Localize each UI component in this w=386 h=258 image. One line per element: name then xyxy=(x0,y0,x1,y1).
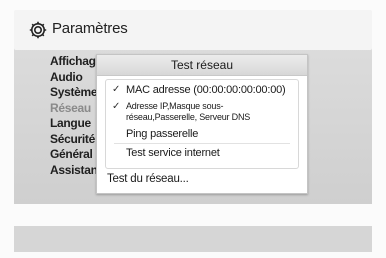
test-options-list: ✓ MAC adresse (00:00:00:00:00:00) ✓ Adre… xyxy=(105,79,299,169)
option-internet-service-test[interactable]: Test service internet xyxy=(112,147,294,161)
settings-header: Paramètres xyxy=(14,10,372,50)
divider xyxy=(114,143,290,144)
network-test-dialog: Test réseau ✓ MAC adresse (00:00:00:00:0… xyxy=(96,54,308,194)
run-network-test-button[interactable]: Test du réseau... xyxy=(107,173,287,189)
bottom-bar xyxy=(14,226,372,252)
option-label: MAC adresse (00:00:00:00:00:00) xyxy=(126,84,286,96)
gear-icon xyxy=(29,21,47,39)
option-ip-settings[interactable]: ✓ Adresse IP,Masque sous-réseau,Passerel… xyxy=(112,101,294,125)
option-mac-address[interactable]: ✓ MAC adresse (00:00:00:00:00:00) xyxy=(112,84,294,98)
option-label: Ping passerelle xyxy=(126,128,199,140)
option-label: Adresse IP,Masque sous-réseau,Passerelle… xyxy=(126,101,251,122)
option-label: Test service internet xyxy=(126,147,220,159)
tv-settings-screen: Paramètres Affichage Audio Système Résea… xyxy=(0,0,386,258)
page-title: Paramètres xyxy=(52,20,128,37)
checkmark-icon: ✓ xyxy=(112,101,121,112)
dialog-title: Test réseau xyxy=(97,55,307,76)
checkmark-icon: ✓ xyxy=(112,84,121,95)
option-ping-gateway[interactable]: Ping passerelle xyxy=(112,128,294,142)
